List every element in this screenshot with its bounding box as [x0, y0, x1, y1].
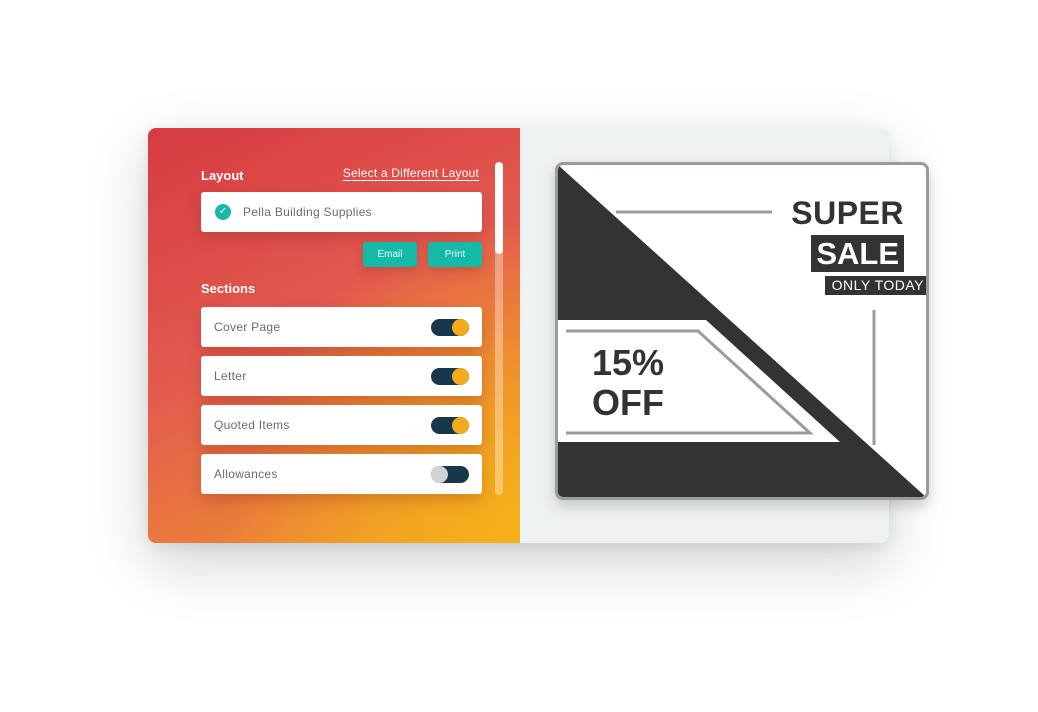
section-label: Cover Page [214, 320, 281, 334]
settings-panel: Layout Select a Different Layout ✓ Pella… [148, 128, 520, 543]
layout-preview-flyer: SUPER SALE ONLY TODAY 15% OFF [555, 162, 929, 500]
promo-highlight: SALE [811, 235, 904, 272]
check-circle-icon: ✓ [215, 204, 231, 220]
section-toggle[interactable] [431, 368, 469, 385]
promo-headline: SUPER [791, 195, 904, 231]
section-item-quoted-items: Quoted Items [201, 405, 482, 445]
promo-discount-suffix: OFF [592, 382, 664, 423]
section-toggle[interactable] [431, 466, 469, 483]
promo-discount: 15% [592, 342, 665, 383]
section-label: Letter [214, 369, 247, 383]
selected-layout-name: Pella Building Supplies [243, 205, 372, 219]
scrollbar-thumb[interactable] [495, 162, 503, 254]
layout-heading: Layout [201, 168, 244, 183]
section-label: Allowances [214, 467, 278, 481]
print-button[interactable]: Print [428, 242, 482, 267]
section-label: Quoted Items [214, 418, 290, 432]
section-item-allowances: Allowances [201, 454, 482, 494]
promo-tagline: ONLY TODAY [824, 276, 926, 295]
selected-layout-box[interactable]: ✓ Pella Building Supplies [201, 192, 482, 232]
toggle-knob [452, 368, 469, 385]
scrollbar[interactable] [495, 162, 503, 495]
section-item-letter: Letter [201, 356, 482, 396]
section-item-cover-page: Cover Page [201, 307, 482, 347]
sections-heading: Sections [201, 281, 256, 296]
email-button[interactable]: Email [363, 242, 417, 267]
toggle-knob [431, 466, 448, 483]
section-toggle[interactable] [431, 417, 469, 434]
section-toggle[interactable] [431, 319, 469, 336]
toggle-knob [452, 319, 469, 336]
toggle-knob [452, 417, 469, 434]
select-different-layout-link[interactable]: Select a Different Layout [343, 166, 479, 180]
